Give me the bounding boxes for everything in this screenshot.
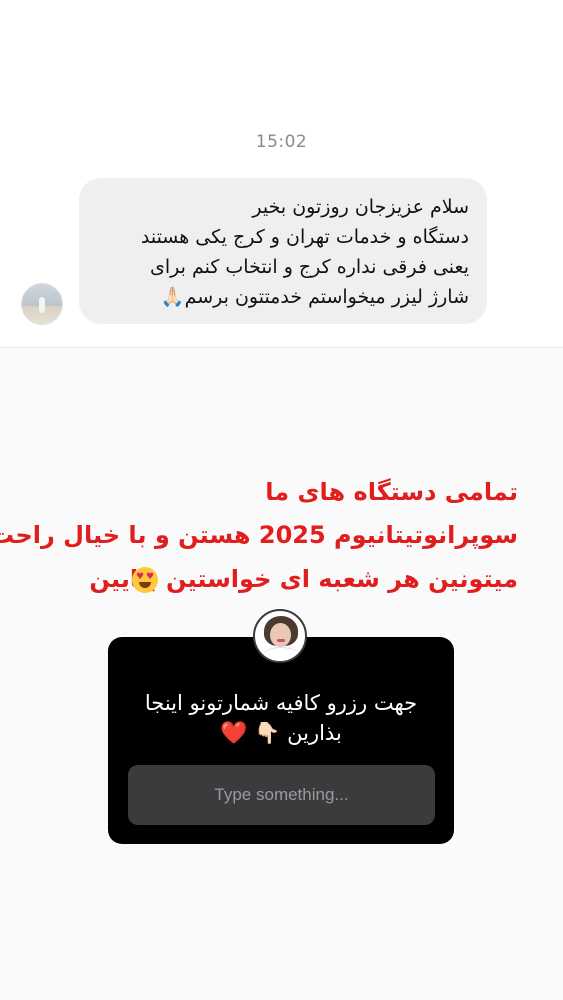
- heart-eyes-emoji-icon: ♥ ♥: [132, 567, 158, 593]
- avatar-figure: [39, 297, 45, 313]
- emoji-mouth: [139, 582, 151, 588]
- message-line: یعنی فرقی نداره کرج و انتخاب کنم برای: [149, 256, 469, 278]
- message-line: سلام عزیزجان روزتون بخیر: [252, 196, 469, 218]
- message-bubble[interactable]: سلام عزیزجان روزتون بخیر دستگاه و خدمات …: [79, 178, 487, 324]
- red-heart-icon: ❤️: [220, 721, 248, 746]
- story-caption-line: سوپرانوتیتانیوم 2025 هستن و با خیال راحت: [0, 521, 518, 549]
- story-caption-line: تمامی دستگاه های ما: [265, 478, 518, 506]
- avatar-face: [270, 623, 291, 647]
- dm-story-reply-screen: 15:02 سلام عزیزجان روزتون بخیر دستگاه و …: [0, 0, 563, 1000]
- message-line: شارژ لیزر میخواستم خدمتتون برسم🙏🏻: [160, 286, 469, 308]
- message-timestamp: 15:02: [255, 132, 308, 152]
- message-thread: 15:02 سلام عزیزجان روزتون بخیر دستگاه و …: [0, 0, 563, 347]
- avatar-lips: [277, 639, 285, 642]
- answer-input[interactable]: [128, 765, 435, 825]
- sender-avatar-icon[interactable]: [21, 283, 63, 325]
- question-prompt: جهت رزرو کافیه شمارتونو اینجا بذارین 👇🏻 …: [108, 688, 454, 749]
- heart-eye-icon: ♥: [146, 572, 155, 582]
- story-author-avatar-icon: [253, 609, 307, 663]
- question-line-1: جهت رزرو کافیه شمارتونو اینجا: [144, 691, 418, 715]
- question-line-2-text: بذارین 👇🏻: [254, 721, 342, 745]
- avatar-shirt: [261, 647, 301, 661]
- question-line-2: بذارین 👇🏻 ❤️: [108, 718, 454, 749]
- message-line: دستگاه و خدمات تهران و کرج یکی هستند: [140, 226, 469, 248]
- heart-eye-icon: ♥: [136, 572, 145, 582]
